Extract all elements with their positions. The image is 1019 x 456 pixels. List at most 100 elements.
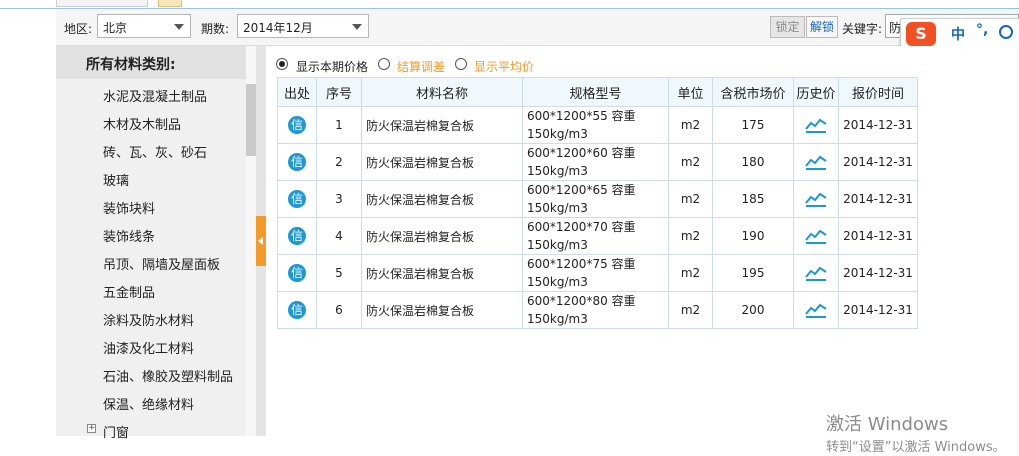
material-name: 防火保温岩棉复合板 [361, 291, 523, 329]
history-cell[interactable] [793, 106, 839, 144]
market-price: 185 [712, 180, 794, 218]
row-number: 2 [316, 143, 362, 181]
history-cell[interactable] [793, 291, 839, 329]
row-number: 1 [316, 106, 362, 144]
table-row[interactable]: 信 4 防火保温岩棉复合板 600*1200*70 容重 150kg/m3 m2… [277, 217, 918, 255]
ime-mode-toggle[interactable]: 中 [951, 24, 965, 44]
lock-button[interactable]: 锁定 [770, 16, 805, 38]
material-name: 防火保温岩棉复合板 [361, 254, 523, 292]
material-name: 防火保温岩棉复合板 [361, 217, 523, 255]
table-row[interactable]: 信 2 防火保温岩棉复合板 600*1200*60 容重 150kg/m3 m2… [277, 143, 918, 181]
history-cell[interactable] [793, 217, 839, 255]
market-price: 190 [712, 217, 794, 255]
column-header-no[interactable]: 序号 [316, 77, 362, 107]
ime-punctuation-toggle[interactable]: °, [976, 22, 988, 38]
activation-watermark-subtitle: 转到“设置”以激活 Windows。 [826, 440, 1006, 455]
sidebar-item[interactable]: 涂料及防水材料 [103, 310, 194, 329]
line-chart-icon[interactable] [805, 265, 827, 281]
quote-date: 2014-12-31 [838, 143, 918, 181]
sidebar-item[interactable]: 木材及木制品 [103, 114, 181, 133]
table-row[interactable]: 信 3 防火保温岩棉复合板 600*1200*65 容重 150kg/m3 m2… [277, 180, 918, 218]
column-header-date[interactable]: 报价时间 [838, 77, 918, 107]
radio-average-price-label[interactable]: 显示平均价 [474, 58, 534, 75]
info-source-badge[interactable]: 信 [288, 190, 306, 208]
unit: m2 [668, 217, 713, 255]
table-row[interactable]: 信 6 防火保温岩棉复合板 600*1200*80 容重 150kg/m3 m2… [277, 291, 918, 329]
quote-date: 2014-12-31 [838, 254, 918, 292]
radio-settlement-adjust-label[interactable]: 结算调差 [397, 58, 445, 75]
quote-date: 2014-12-31 [838, 180, 918, 218]
collapse-sidebar-handle[interactable] [256, 216, 266, 266]
column-header-source[interactable]: 出处 [277, 77, 317, 107]
market-price: 175 [712, 106, 794, 144]
source-cell[interactable]: 信 [277, 106, 317, 144]
radio-current-price[interactable] [276, 58, 288, 70]
material-spec: 600*1200*60 容重 150kg/m3 [522, 143, 669, 181]
sidebar-scrollbar[interactable] [246, 46, 256, 436]
column-header-price[interactable]: 含税市场价 [712, 77, 794, 107]
unlock-button[interactable]: 解锁 [806, 16, 838, 38]
region-select-value: 北京 [103, 21, 128, 35]
sidebar-item[interactable]: 装饰块料 [103, 198, 155, 217]
unit: m2 [668, 143, 713, 181]
history-cell[interactable] [793, 254, 839, 292]
info-source-badge[interactable]: 信 [288, 227, 306, 245]
scrollbar-thumb[interactable] [246, 84, 256, 156]
material-spec: 600*1200*55 容重 150kg/m3 [522, 106, 669, 144]
column-header-unit[interactable]: 单位 [668, 77, 713, 107]
unit: m2 [668, 291, 713, 329]
sidebar-item[interactable]: 吊顶、隔墙及屋面板 [103, 254, 220, 273]
sidebar-item[interactable]: 石油、橡胶及塑料制品 [103, 366, 233, 385]
table-row[interactable]: 信 1 防火保温岩棉复合板 600*1200*55 容重 150kg/m3 m2… [277, 106, 918, 144]
sogou-logo-icon[interactable]: S [906, 22, 936, 46]
source-cell[interactable]: 信 [277, 291, 317, 329]
info-source-badge[interactable]: 信 [288, 264, 306, 282]
sidebar-item[interactable]: 玻璃 [103, 170, 129, 189]
sidebar-item[interactable]: 保温、绝缘材料 [103, 394, 194, 413]
column-header-history[interactable]: 历史价 [793, 77, 839, 107]
sidebar-item[interactable]: 砖、瓦、灰、砂石 [103, 142, 207, 161]
info-source-badge[interactable]: 信 [288, 116, 306, 134]
sidebar-item[interactable]: 五金制品 [103, 282, 155, 301]
region-select[interactable]: 北京 [97, 14, 191, 38]
unit: m2 [668, 180, 713, 218]
sidebar-item[interactable]: 油漆及化工材料 [103, 338, 194, 357]
sidebar-item[interactable]: 装饰线条 [103, 226, 155, 245]
source-cell[interactable]: 信 [277, 180, 317, 218]
radio-settlement-adjust[interactable] [378, 58, 390, 70]
column-header-name[interactable]: 材料名称 [361, 77, 523, 107]
radio-average-price[interactable] [455, 58, 467, 70]
source-cell[interactable]: 信 [277, 217, 317, 255]
history-cell[interactable] [793, 180, 839, 218]
material-price-table: 出处 序号 材料名称 规格型号 单位 含税市场价 历史价 报价时间 信 1 防火… [277, 77, 918, 329]
row-number: 6 [316, 291, 362, 329]
sidebar-item[interactable]: 门窗 [103, 422, 129, 441]
unit: m2 [668, 106, 713, 144]
info-source-badge[interactable]: 信 [288, 153, 306, 171]
column-header-spec[interactable]: 规格型号 [522, 77, 669, 107]
chevron-down-icon [352, 24, 362, 30]
line-chart-icon[interactable] [805, 302, 827, 318]
sidebar-title: 所有材料类别: [86, 57, 176, 73]
quote-date: 2014-12-31 [838, 106, 918, 144]
top-tab[interactable] [56, 0, 148, 7]
period-select[interactable]: 2014年12月 [237, 14, 369, 38]
top-tab-highlight[interactable] [158, 0, 182, 7]
line-chart-icon[interactable] [805, 117, 827, 133]
table-row[interactable]: 信 5 防火保温岩棉复合板 600*1200*75 容重 150kg/m3 m2… [277, 254, 918, 292]
line-chart-icon[interactable] [805, 154, 827, 170]
material-spec: 600*1200*75 容重 150kg/m3 [522, 254, 669, 292]
emoji-icon[interactable] [999, 25, 1013, 39]
sidebar-item[interactable]: 水泥及混凝土制品 [103, 86, 207, 105]
radio-current-price-label[interactable]: 显示本期价格 [296, 58, 368, 75]
line-chart-icon[interactable] [805, 228, 827, 244]
source-cell[interactable]: 信 [277, 143, 317, 181]
line-chart-icon[interactable] [805, 191, 827, 207]
source-cell[interactable]: 信 [277, 254, 317, 292]
info-source-badge[interactable]: 信 [288, 301, 306, 319]
panel-splitter[interactable] [256, 46, 266, 436]
row-number: 3 [316, 180, 362, 218]
history-cell[interactable] [793, 143, 839, 181]
activation-watermark-title: 激活 Windows [826, 414, 949, 435]
expand-icon[interactable]: + [87, 424, 96, 433]
